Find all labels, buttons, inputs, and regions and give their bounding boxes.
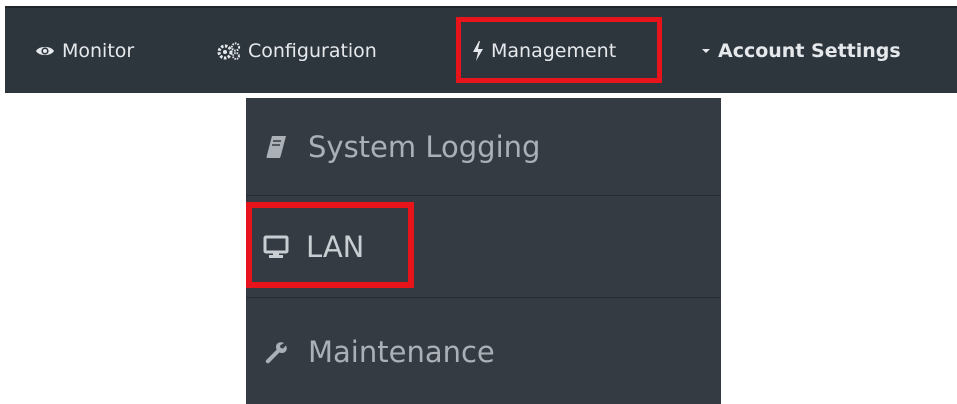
nav-item-label: Monitor <box>62 39 135 62</box>
menu-item-label: Maintenance <box>308 334 495 369</box>
menu-item-lan[interactable]: LAN <box>246 197 721 298</box>
eye-icon <box>35 44 55 58</box>
caret-down-icon <box>701 47 711 55</box>
nav-item-configuration[interactable]: Configuration <box>217 8 377 93</box>
nav-item-label: Management <box>491 39 617 62</box>
monitor-icon <box>258 235 294 259</box>
management-dropdown-menu: System Logging LAN Maintenance <box>246 98 721 404</box>
menu-item-system-logging[interactable]: System Logging <box>246 98 721 196</box>
nav-item-account-settings[interactable]: Account Settings <box>701 8 901 93</box>
menu-item-label: System Logging <box>308 129 541 164</box>
bolt-icon <box>472 40 484 61</box>
nav-item-monitor[interactable]: Monitor <box>35 8 134 93</box>
wrench-icon <box>258 340 294 364</box>
top-navigation-bar: Monitor Configuration Management Account <box>5 6 957 93</box>
book-icon <box>258 135 294 159</box>
nav-item-label: Configuration <box>248 39 377 62</box>
nav-item-label: Account Settings <box>718 39 901 62</box>
gears-icon <box>217 41 241 60</box>
menu-item-maintenance[interactable]: Maintenance <box>246 299 721 404</box>
menu-item-label: LAN <box>306 230 365 264</box>
nav-item-management[interactable]: Management <box>472 8 616 93</box>
